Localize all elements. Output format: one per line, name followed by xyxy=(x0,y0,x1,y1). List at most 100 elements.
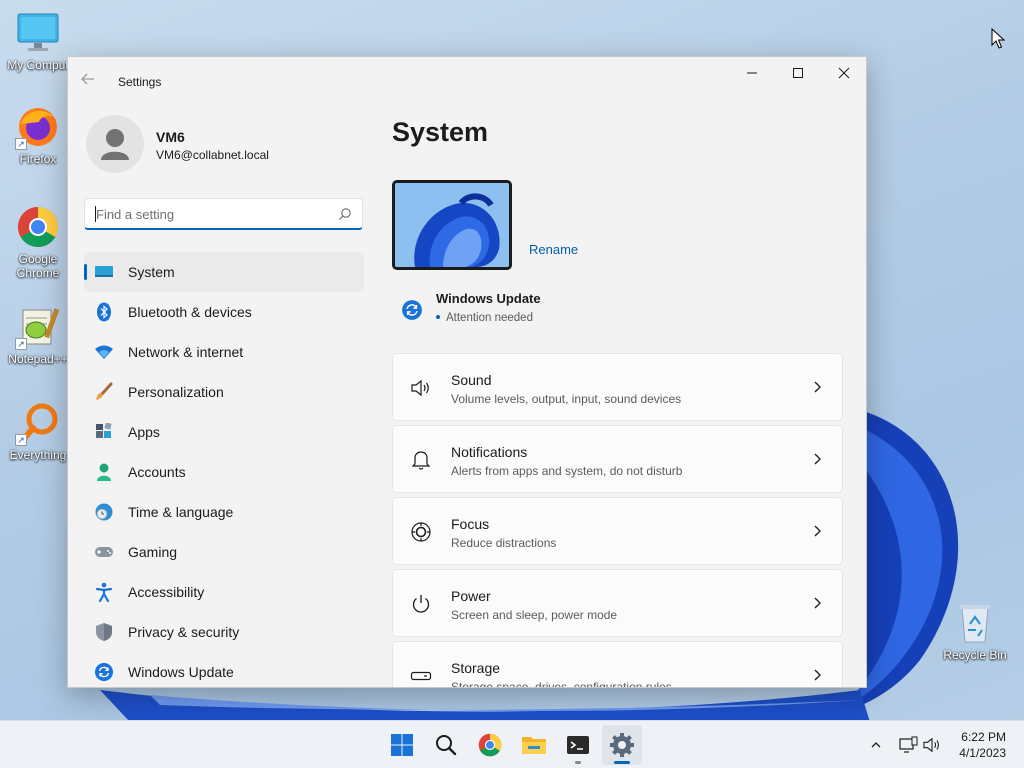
sidebar-item-windows-update[interactable]: Windows Update xyxy=(84,652,364,687)
chevron-right-icon xyxy=(812,596,822,615)
settings-icon xyxy=(610,733,634,757)
back-arrow-icon[interactable] xyxy=(80,71,100,91)
sidebar-item-label: Accounts xyxy=(128,464,186,480)
notepadpp-icon: ↗ xyxy=(15,304,61,350)
chevron-right-icon xyxy=(812,668,822,687)
sidebar-item-accessibility[interactable]: Accessibility xyxy=(84,572,364,612)
desktop-icon-my-computer[interactable]: My Comput xyxy=(0,10,76,72)
taskbar-chrome-button[interactable] xyxy=(470,725,510,765)
accounts-icon xyxy=(94,462,114,482)
desktop-icon-firefox[interactable]: ↗ Firefox xyxy=(0,104,76,166)
card-power[interactable]: Power Screen and sleep, power mode xyxy=(392,569,843,637)
network-status-button[interactable] xyxy=(896,721,920,768)
desktop-icon-label: My Comput xyxy=(7,58,69,72)
clock-time: 6:22 PM xyxy=(961,730,1006,744)
start-button[interactable] xyxy=(382,725,422,765)
card-subtitle: Volume levels, output, input, sound devi… xyxy=(451,392,682,406)
windows-update-title[interactable]: Windows Update xyxy=(436,291,541,306)
minimize-button[interactable] xyxy=(729,57,775,89)
desktop-icon-recycle-bin[interactable]: Recycle Bin xyxy=(937,600,1013,662)
wifi-icon xyxy=(94,342,114,362)
search-placeholder: Find a setting xyxy=(96,207,175,222)
sidebar-item-label: Apps xyxy=(128,424,160,440)
accessibility-icon xyxy=(94,582,114,602)
file-explorer-icon xyxy=(522,737,546,754)
card-sound[interactable]: Sound Volume levels, output, input, soun… xyxy=(392,353,843,421)
sidebar-item-privacy-security[interactable]: Privacy & security xyxy=(84,612,364,652)
sidebar-item-label: Privacy & security xyxy=(128,624,240,640)
sidebar-item-gaming[interactable]: Gaming xyxy=(84,532,364,572)
desktop-icon-label: Everything xyxy=(9,448,67,462)
maximize-icon xyxy=(793,68,803,78)
brush-icon xyxy=(94,382,114,402)
card-title: Focus xyxy=(451,516,490,532)
taskbar-terminal-button[interactable] xyxy=(558,725,598,765)
chevron-right-icon xyxy=(812,524,822,543)
card-subtitle: Storage space, drives, configuration rul… xyxy=(451,680,672,688)
search-icon xyxy=(436,735,457,756)
desktop-icon-label: Google Chrome xyxy=(16,252,60,280)
apps-icon xyxy=(94,422,114,442)
chrome-icon xyxy=(478,733,502,757)
sidebar-item-accounts[interactable]: Accounts xyxy=(84,452,364,492)
card-subtitle: Reduce distractions xyxy=(451,536,557,550)
desktop-icon-label: Firefox xyxy=(19,152,57,166)
sidebar-item-time-language[interactable]: Time & language xyxy=(84,492,364,532)
profile-name: VM6 xyxy=(156,129,185,145)
avatar[interactable] xyxy=(86,115,144,173)
rename-link[interactable]: Rename xyxy=(529,242,578,257)
card-title: Storage xyxy=(451,660,501,676)
shortcut-arrow-icon: ↗ xyxy=(15,338,27,350)
taskbar-settings-button[interactable] xyxy=(602,725,642,765)
desktop-icon-label: Recycle Bin xyxy=(943,648,1007,662)
card-focus[interactable]: Focus Reduce distractions xyxy=(392,497,843,565)
card-subtitle: Screen and sleep, power mode xyxy=(451,608,618,622)
desktop-icon-everything[interactable]: ↗ Everything xyxy=(0,400,76,462)
search-icon xyxy=(338,207,352,226)
desktop-thumbnail xyxy=(392,180,512,270)
firefox-icon: ↗ xyxy=(15,104,61,150)
storage-icon xyxy=(409,664,433,687)
taskbar-clock[interactable]: 6:22 PM 4/1/2023 xyxy=(959,729,1006,761)
desktop-icon-google-chrome[interactable]: Google Chrome xyxy=(0,204,76,280)
desktop-icon-notepadpp[interactable]: ↗ Notepad++ xyxy=(0,304,76,366)
card-title: Notifications xyxy=(451,444,528,460)
search-input[interactable]: Find a setting xyxy=(84,198,363,230)
sidebar-item-bluetooth[interactable]: Bluetooth & devices xyxy=(84,292,364,332)
sidebar-item-label: Accessibility xyxy=(128,584,205,600)
chevron-up-icon xyxy=(871,742,881,748)
close-icon xyxy=(838,67,850,79)
system-icon xyxy=(94,262,114,282)
sidebar-item-network[interactable]: Network & internet xyxy=(84,332,364,372)
card-storage[interactable]: Storage Storage space, drives, configura… xyxy=(392,641,843,688)
card-notifications[interactable]: Notifications Alerts from apps and syste… xyxy=(392,425,843,493)
volume-button[interactable] xyxy=(920,721,944,768)
settings-window: Settings VM6 VM6@collabnet.local Find a … xyxy=(67,56,867,688)
recycle-bin-icon xyxy=(952,600,998,646)
sidebar-item-system[interactable]: System xyxy=(84,252,364,292)
speaker-icon xyxy=(409,376,433,400)
taskbar-file-explorer-button[interactable] xyxy=(514,725,554,765)
close-button[interactable] xyxy=(821,57,866,89)
power-icon xyxy=(409,592,433,616)
taskbar-search-button[interactable] xyxy=(426,725,466,765)
sidebar-item-apps[interactable]: Apps xyxy=(84,412,364,452)
running-indicator xyxy=(575,761,581,764)
shortcut-arrow-icon: ↗ xyxy=(15,434,27,446)
sidebar-item-label: Windows Update xyxy=(128,664,234,680)
chrome-icon xyxy=(15,204,61,250)
sidebar-item-label: System xyxy=(128,264,175,280)
network-icon xyxy=(899,736,918,753)
start-icon xyxy=(391,734,413,756)
sidebar-item-personalization[interactable]: Personalization xyxy=(84,372,364,412)
show-hidden-icons-button[interactable] xyxy=(864,721,888,768)
card-subtitle: Alerts from apps and system, do not dist… xyxy=(451,464,683,478)
gamepad-icon xyxy=(94,542,114,562)
chevron-right-icon xyxy=(812,452,822,471)
taskbar: 6:22 PM 4/1/2023 xyxy=(0,720,1024,768)
speaker-icon xyxy=(923,737,939,753)
maximize-button[interactable] xyxy=(775,57,821,89)
windows-update-status-text: Attention needed xyxy=(446,312,533,324)
everything-icon: ↗ xyxy=(15,400,61,446)
active-indicator xyxy=(614,761,630,764)
